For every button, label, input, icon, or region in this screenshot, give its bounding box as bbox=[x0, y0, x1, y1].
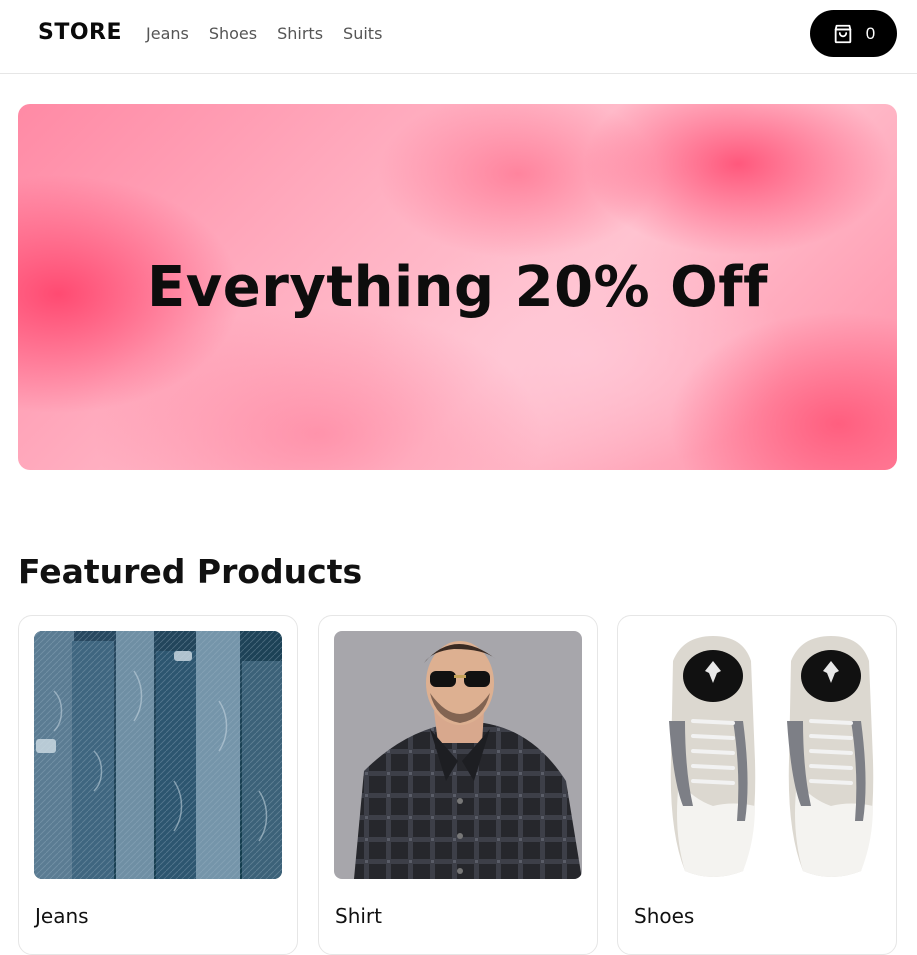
product-image-jeans[interactable] bbox=[34, 631, 282, 879]
nav-link-shirts[interactable]: Shirts bbox=[277, 24, 323, 43]
product-card-shirt[interactable]: Shirt bbox=[318, 615, 598, 955]
shopping-bag-icon bbox=[832, 23, 854, 45]
product-image-shoes[interactable] bbox=[633, 631, 881, 879]
featured-products-title: Featured Products bbox=[18, 552, 363, 591]
promo-headline: Everything 20% Off bbox=[146, 254, 768, 320]
cart-count: 0 bbox=[865, 23, 876, 43]
product-label-shirt[interactable]: Shirt bbox=[335, 904, 382, 928]
product-image-shirt[interactable] bbox=[334, 631, 582, 879]
product-card-jeans[interactable]: Jeans bbox=[18, 615, 298, 955]
nav-link-jeans[interactable]: Jeans bbox=[146, 24, 189, 43]
store-logo[interactable]: STORE bbox=[38, 20, 122, 45]
promo-banner[interactable]: Everything 20% Off bbox=[18, 104, 897, 470]
cart-button[interactable]: 0 bbox=[810, 10, 897, 57]
product-label-shoes[interactable]: Shoes bbox=[634, 904, 694, 928]
product-card-shoes[interactable]: Shoes bbox=[617, 615, 897, 955]
navbar: STORE Jeans Shoes Shirts Suits 0 bbox=[0, 0, 917, 74]
nav-link-suits[interactable]: Suits bbox=[343, 24, 382, 43]
product-label-jeans[interactable]: Jeans bbox=[35, 904, 89, 928]
main-nav: Jeans Shoes Shirts Suits bbox=[146, 24, 382, 43]
nav-link-shoes[interactable]: Shoes bbox=[209, 24, 257, 43]
